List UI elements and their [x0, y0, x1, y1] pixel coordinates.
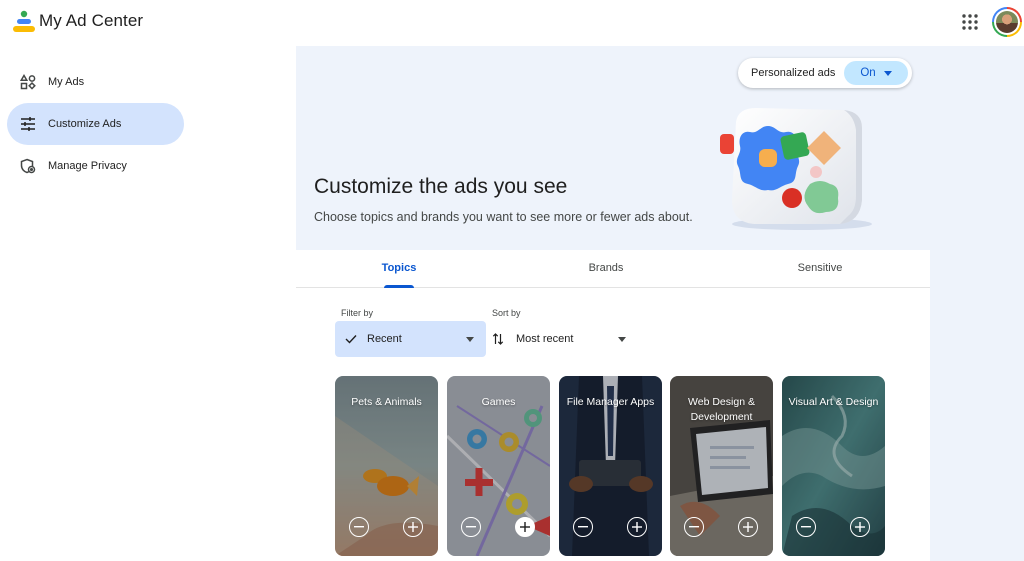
personalized-ads-label: Personalized ads: [751, 67, 836, 79]
card-title: Web Design & Development: [688, 396, 755, 423]
sort-arrows-icon: [492, 333, 504, 345]
tab-bar: Topics Brands Sensitive: [296, 250, 930, 288]
plus-icon: [632, 522, 642, 532]
topic-card-games[interactable]: Games: [447, 376, 550, 556]
fewer-ads-button[interactable]: [573, 517, 593, 537]
more-ads-button[interactable]: [850, 517, 870, 537]
avatar-photo: [996, 11, 1018, 33]
sidebar-item-customize-ads[interactable]: Customize Ads: [7, 103, 184, 145]
more-ads-button[interactable]: [738, 517, 758, 537]
topic-card-visual-art-design[interactable]: Visual Art & Design: [782, 376, 885, 556]
user-avatar[interactable]: [992, 7, 1022, 37]
tab-topics[interactable]: Topics: [382, 262, 417, 274]
app-title[interactable]: My Ad Center: [39, 11, 143, 31]
caret-down-icon: [618, 337, 626, 342]
shapes-icon: [19, 73, 37, 91]
page-subtitle: Choose topics and brands you want to see…: [314, 210, 693, 224]
plus-icon: [520, 522, 530, 532]
topics-panel: Topics Brands Sensitive Filter by Recent…: [296, 250, 930, 561]
minus-icon: [466, 526, 476, 528]
apps-grid-icon[interactable]: [960, 12, 980, 32]
filter-by-dropdown[interactable]: Recent: [335, 321, 486, 357]
check-icon: [345, 335, 357, 344]
personalized-ads-dropdown[interactable]: On: [844, 61, 908, 85]
page-title: Customize the ads you see: [314, 175, 568, 198]
sidebar-item-my-ads[interactable]: My Ads: [7, 61, 184, 103]
filter-by-label: Filter by: [341, 308, 374, 318]
personalized-ads-control: Personalized ads On: [738, 58, 912, 88]
sidebar-item-label: Customize Ads: [48, 118, 122, 130]
tab-sensitive[interactable]: Sensitive: [798, 262, 843, 274]
caret-down-icon: [466, 337, 474, 342]
caret-down-icon: [883, 70, 892, 76]
plus-icon: [855, 522, 865, 532]
more-ads-button[interactable]: [515, 517, 535, 537]
fewer-ads-button[interactable]: [461, 517, 481, 537]
card-title: File Manager Apps: [566, 396, 655, 408]
more-ads-button[interactable]: [627, 517, 647, 537]
sidebar-item-label: Manage Privacy: [48, 160, 127, 172]
topic-card-pets-animals[interactable]: Pets & Animals: [335, 376, 438, 556]
plus-icon: [743, 522, 753, 532]
topic-card-web-design-development[interactable]: Web Design & Development: [670, 376, 773, 556]
tune-icon: [19, 115, 37, 133]
card-title: Games: [481, 396, 516, 408]
active-tab-indicator: [384, 285, 414, 288]
privacy-shield-icon: [19, 157, 37, 175]
sort-by-value: Most recent: [516, 333, 574, 345]
fewer-ads-button[interactable]: [796, 517, 816, 537]
more-ads-button[interactable]: [403, 517, 423, 537]
customize-ads-illustration: [720, 108, 872, 230]
fewer-ads-button[interactable]: [684, 517, 704, 537]
tab-brands[interactable]: Brands: [589, 262, 624, 274]
avatar-ring: [994, 9, 1020, 35]
plus-icon: [408, 522, 418, 532]
sort-by-dropdown[interactable]: Most recent: [492, 321, 632, 357]
personalized-ads-value: On: [860, 67, 876, 79]
minus-icon: [689, 526, 699, 528]
card-title: Visual Art & Design: [788, 396, 879, 408]
minus-icon: [801, 526, 811, 528]
minus-icon: [354, 526, 364, 528]
minus-icon: [578, 526, 588, 528]
topic-card-file-manager-apps[interactable]: File Manager Apps: [559, 376, 662, 556]
filter-by-value: Recent: [367, 333, 402, 345]
fewer-ads-button[interactable]: [349, 517, 369, 537]
sidebar-item-manage-privacy[interactable]: Manage Privacy: [7, 145, 184, 187]
my-ad-center-logo-icon[interactable]: [12, 10, 36, 36]
card-title: Pets & Animals: [351, 396, 422, 408]
sort-by-label: Sort by: [492, 308, 521, 318]
top-app-bar: My Ad Center: [0, 0, 1024, 46]
sidebar-item-label: My Ads: [48, 76, 85, 88]
sidebar: My Ads Customize Ads Manage Privacy: [0, 46, 296, 561]
